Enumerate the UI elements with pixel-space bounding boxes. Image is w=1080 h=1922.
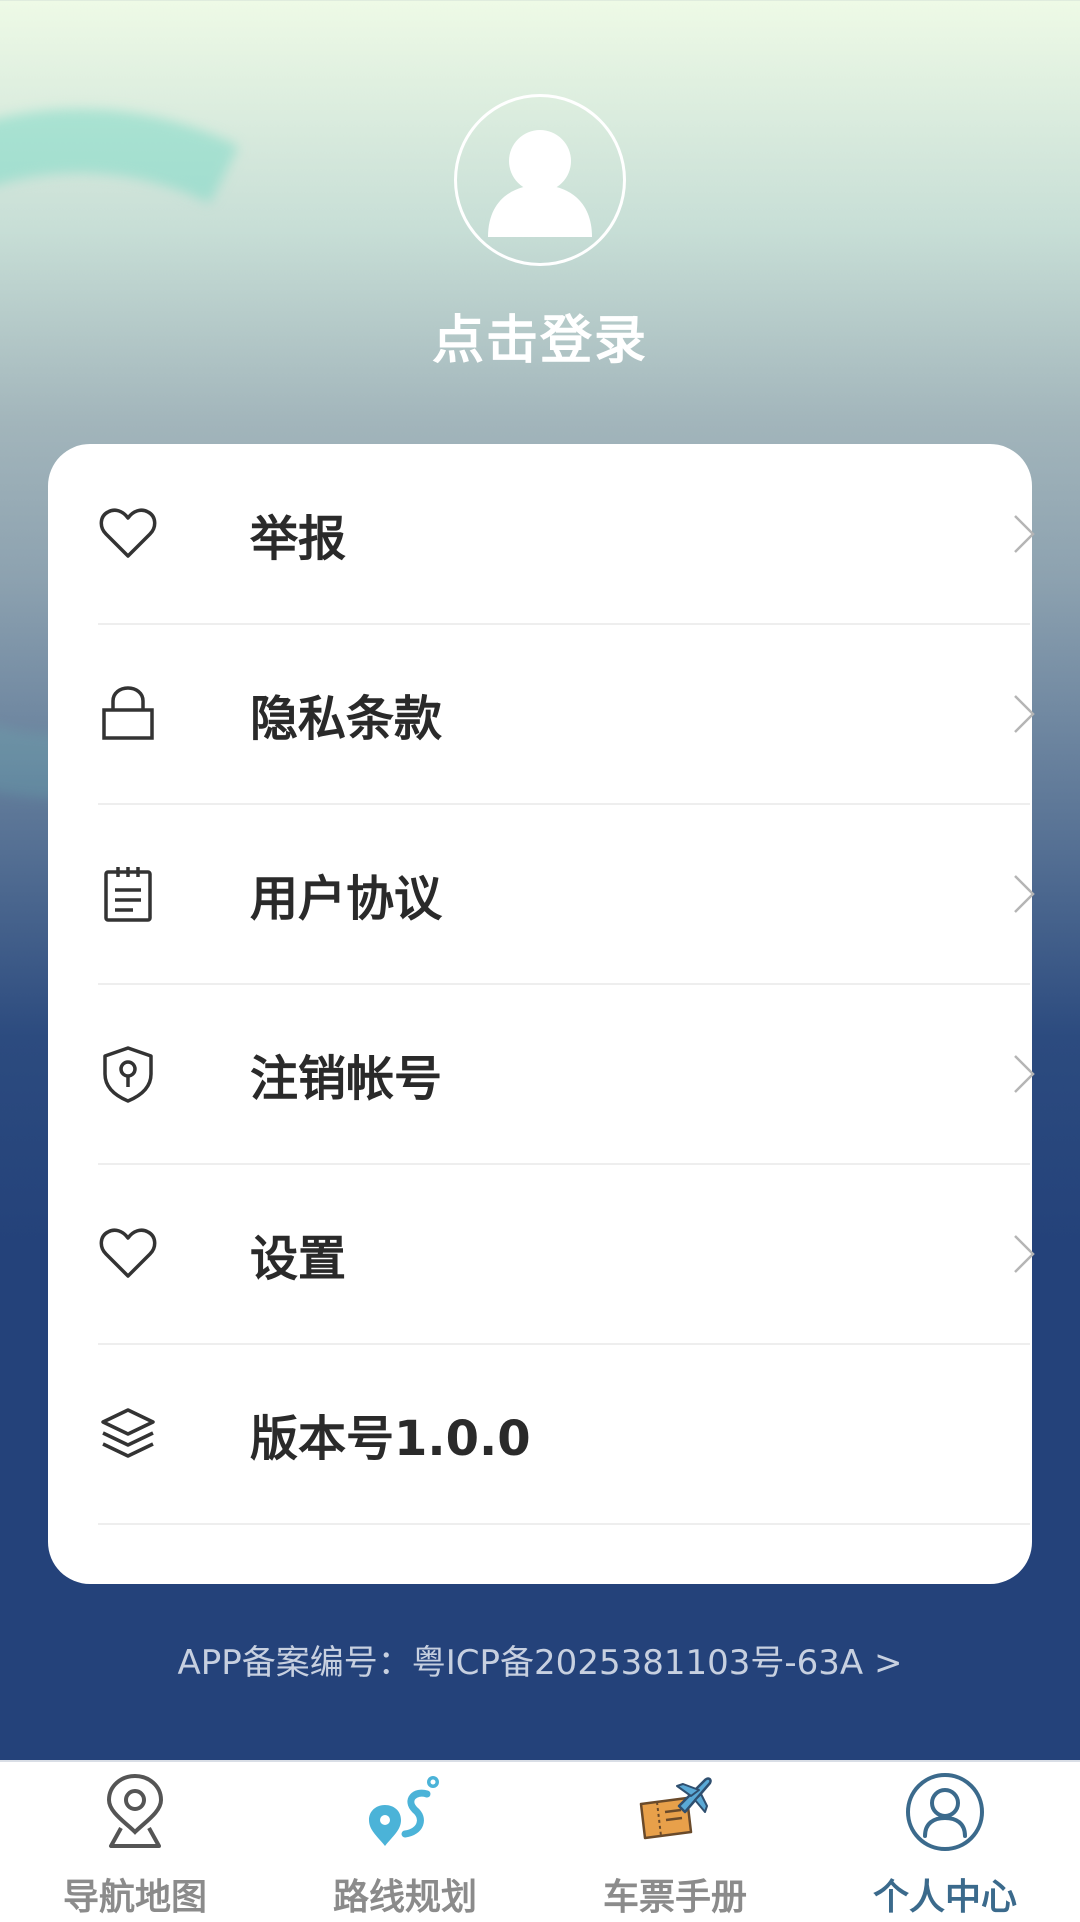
tab-navigation-map[interactable]: 导航地图: [0, 1762, 270, 1922]
lock-icon: [102, 685, 154, 740]
chevron-right-icon: [1014, 1234, 1035, 1273]
user-circle-icon: [906, 1773, 984, 1851]
menu-item-label: 用户协议: [250, 870, 443, 927]
menu-item-privacy[interactable]: 隐私条款: [98, 624, 1035, 805]
user-avatar-icon: [488, 130, 592, 237]
map-pin-icon: [106, 1773, 164, 1848]
menu-item-version: 版本号1.0.0: [98, 1344, 1030, 1525]
login-button[interactable]: 点击登录: [0, 298, 1080, 373]
tab-personal-center[interactable]: 个人中心: [810, 1762, 1080, 1922]
heart-icon: [99, 1228, 157, 1278]
notepad-icon: [104, 866, 152, 922]
menu-item-label: 隐私条款: [250, 690, 443, 747]
chevron-right-icon: [1014, 874, 1035, 913]
tab-route-planning[interactable]: 路线规划: [270, 1762, 540, 1922]
icp-record-link[interactable]: APP备案编号：粤ICP备2025381103号-63A >: [0, 1635, 1080, 1684]
menu-item-user-agreement[interactable]: 用户协议: [98, 804, 1035, 985]
shield-keyhole-icon: [103, 1045, 153, 1103]
bottom-tab-bar: 导航地图 路线规划 车票手册 个人中心: [0, 1760, 1080, 1922]
layers-icon: [101, 1407, 155, 1458]
menu-item-label: 注销帐号: [250, 1050, 443, 1107]
menu-item-settings[interactable]: 设置: [98, 1164, 1035, 1345]
ticket-plane-icon: [639, 1777, 712, 1840]
chevron-right-icon: [1014, 694, 1035, 733]
route-icon: [369, 1776, 439, 1846]
menu-item-delete-account[interactable]: 注销帐号: [98, 984, 1035, 1165]
menu-item-label: 版本号1.0.0: [250, 1410, 531, 1467]
menu-item-label: 设置: [250, 1230, 347, 1287]
avatar[interactable]: [454, 94, 626, 266]
tab-ticket-guide[interactable]: 车票手册: [540, 1762, 810, 1922]
tab-label: 导航地图: [62, 1877, 207, 1918]
heart-icon: [99, 508, 157, 558]
profile-header: 点击登录: [0, 94, 1080, 373]
tab-label: 路线规划: [332, 1877, 477, 1918]
menu-item-report[interactable]: 举报: [98, 444, 1035, 625]
tab-label: 车票手册: [602, 1877, 747, 1918]
chevron-right-icon: [1014, 514, 1035, 553]
tab-label: 个人中心: [872, 1877, 1017, 1918]
menu-card: 举报 隐私条款 用户协议 注销帐号 设置 版本号1.0.0: [48, 444, 1035, 1584]
menu-item-label: 举报: [250, 510, 347, 567]
chevron-right-icon: [1014, 1054, 1035, 1093]
